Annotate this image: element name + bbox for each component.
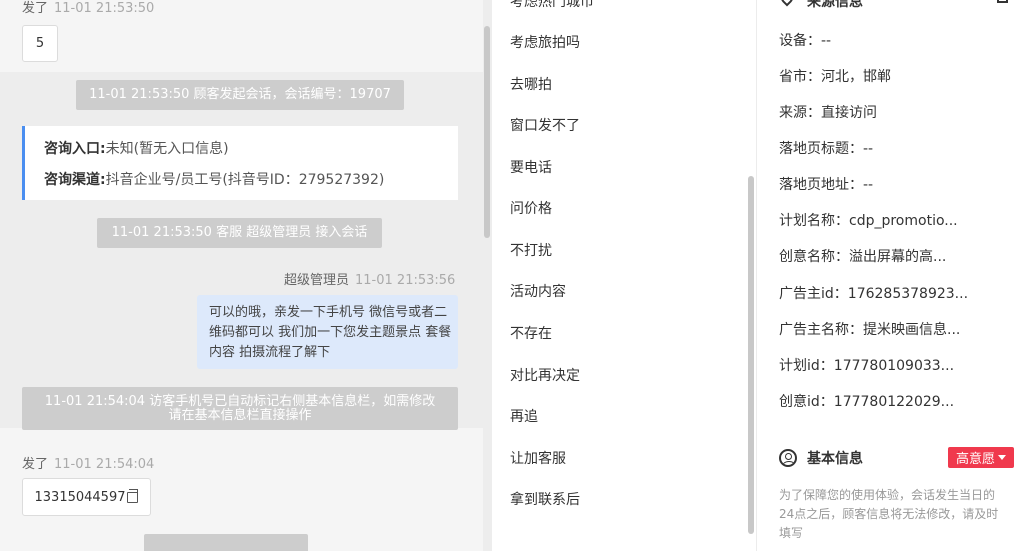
- quick-reply-item[interactable]: 活动内容: [510, 281, 566, 301]
- intent-level-label: 高意愿: [955, 452, 995, 467]
- intent-level-dropdown[interactable]: 高意愿: [948, 447, 1014, 468]
- quick-reply-item[interactable]: 去哪拍: [510, 74, 552, 94]
- quick-reply-item[interactable]: 窗口发不了: [510, 115, 580, 135]
- info-row-device: 设备：--: [779, 30, 831, 50]
- message-time: 11-01 21:54:04: [54, 457, 155, 472]
- info-value: 提米映画信息...: [863, 322, 961, 338]
- info-label: 广告主名称：: [779, 322, 863, 338]
- quick-reply-item[interactable]: 不打扰: [510, 240, 552, 260]
- info-label: 计划id：: [779, 358, 834, 374]
- location-pin-icon: [778, 0, 796, 7]
- entry-info-card: 咨询入口:未知(暂无入口信息) 咨询渠道:抖音企业号/员工号(抖音号ID：279…: [22, 126, 458, 200]
- info-value: 177780122029...: [833, 394, 955, 410]
- info-row-advertiser-name: 广告主名称：提米映画信息...: [779, 319, 960, 339]
- info-label: 创意名称：: [779, 249, 849, 265]
- info-label: 来源：: [779, 105, 821, 121]
- visitor-name: 发了: [22, 457, 49, 472]
- basic-info-title: 基本信息: [807, 451, 863, 467]
- info-row-landing-title: 落地页标题：--: [779, 138, 873, 158]
- system-notice-session-start: 11-01 21:53:50 顾客发起会话，会话编号：19707: [76, 80, 404, 110]
- info-value: 溢出屏幕的高...: [849, 249, 947, 265]
- info-value: --: [821, 33, 832, 49]
- chat-panel: 发了 11-01 21:53:50 5 11-01 21:53:50 顾客发起会话…: [0, 0, 492, 551]
- visitor-name: 发了: [22, 1, 49, 16]
- quick-reply-item[interactable]: 再追: [510, 406, 538, 426]
- channel-label: 咨询渠道:: [44, 172, 106, 188]
- quick-reply-item[interactable]: 让加客服: [510, 448, 566, 468]
- customer-info-panel: 来源信息 设备：-- 省市：河北，邯郸 来源：直接访问 落地页标题：-- 落地页…: [756, 0, 1028, 551]
- info-row-city: 省市：河北，邯郸: [779, 66, 891, 86]
- info-row-source: 来源：直接访问: [779, 102, 877, 122]
- user-icon: [779, 449, 797, 467]
- channel-row: 咨询渠道:抖音企业号/员工号(抖音号ID：279527392): [44, 169, 458, 200]
- info-label: 省市：: [779, 69, 821, 85]
- quick-reply-item[interactable]: 考虑旅拍吗: [510, 32, 580, 52]
- info-row-plan-name: 计划名称：cdp_promotio...: [779, 210, 958, 230]
- info-value: 直接访问: [821, 105, 877, 121]
- agent-name: 超级管理员: [284, 273, 350, 288]
- chat-scrollbar[interactable]: [484, 26, 490, 238]
- info-label: 广告主id：: [779, 286, 848, 302]
- channel-value: 抖音企业号/员工号(抖音号ID：279527392): [105, 172, 385, 188]
- notice-line-1: 11-01 21:54:04 访客手机号已自动标记右侧基本信息栏，如需修改: [44, 393, 436, 409]
- info-label: 创意id：: [779, 394, 834, 410]
- message-time: 11-01 21:53:56: [355, 273, 456, 288]
- quick-reply-item[interactable]: 不存在: [510, 323, 552, 343]
- visitor-message[interactable]: 5: [22, 25, 58, 62]
- source-info-title: 来源信息: [807, 0, 863, 10]
- message-time: 11-01 21:53:50: [54, 1, 155, 16]
- info-value: 177780109033...: [833, 358, 955, 374]
- system-notice-phone-tagged: 11-01 21:54:04 访客手机号已自动标记右侧基本信息栏，如需修改 请在…: [22, 387, 458, 430]
- agent-sender-line: 超级管理员 11-01 21:53:56: [284, 269, 455, 288]
- system-notice-agent-join: 11-01 21:53:50 客服 超级管理员 接入会话: [97, 218, 382, 248]
- copy-icon[interactable]: [127, 488, 139, 503]
- info-value: 176285378923...: [847, 286, 969, 302]
- basic-info-heading: 基本信息: [779, 448, 863, 468]
- edit-deadline-notice: 为了保障您的使用体验，会话发生当日的24点之后，顾客信息将无法修改，请及时填写: [779, 488, 999, 540]
- info-label: 设备：: [779, 33, 821, 49]
- info-label: 落地页地址：: [779, 177, 863, 193]
- phone-number: 13315044597: [34, 489, 126, 505]
- quick-reply-item[interactable]: 问价格: [510, 198, 552, 218]
- info-row-plan-id: 计划id：177780109033...: [779, 355, 954, 375]
- quick-reply-item[interactable]: 拿到联系后: [510, 489, 580, 509]
- info-row-advertiser-id: 广告主id：176285378923...: [779, 283, 968, 303]
- agent-message[interactable]: 可以的哦，亲发一下手机号 微信号或者二维码都可以 我们加一下您发主题景点 套餐内…: [197, 295, 458, 369]
- info-row-creative-id: 创意id：177780122029...: [779, 391, 954, 411]
- info-value: 河北，邯郸: [821, 69, 891, 85]
- entry-label: 咨询入口:: [44, 141, 106, 157]
- quick-reply-item[interactable]: 对比再决定: [510, 365, 580, 385]
- info-value: cdp_promotio...: [849, 213, 958, 229]
- quick-reply-item[interactable]: 考虑热门城市: [510, 0, 594, 11]
- info-row-creative-name: 创意名称：溢出屏幕的高...: [779, 246, 946, 266]
- quick-reply-scrollbar[interactable]: [748, 176, 754, 534]
- info-label: 计划名称：: [779, 213, 849, 229]
- edit-icon[interactable]: [997, 0, 1008, 3]
- notice-line-2: 请在基本信息栏直接操作: [168, 407, 312, 423]
- info-row-landing-url: 落地页地址：--: [779, 174, 873, 194]
- caret-down-icon: [998, 455, 1006, 460]
- visitor-sender-line: 发了 11-01 21:53:50: [22, 0, 154, 16]
- info-value: --: [863, 141, 874, 157]
- visitor-sender-line-2: 发了 11-01 21:54:04: [22, 453, 154, 472]
- quick-reply-item[interactable]: 要电话: [510, 157, 552, 177]
- info-value: --: [863, 177, 874, 193]
- quick-reply-panel: 考虑热门城市 考虑旅拍吗 去哪拍 窗口发不了 要电话 问价格 不打扰 活动内容 …: [492, 0, 756, 551]
- entry-row: 咨询入口:未知(暂无入口信息): [44, 138, 458, 169]
- entry-value: 未知(暂无入口信息): [105, 141, 229, 157]
- info-label: 落地页标题：: [779, 141, 863, 157]
- system-notice-partial: [144, 534, 308, 551]
- visitor-phone-message[interactable]: 13315044597: [22, 478, 151, 516]
